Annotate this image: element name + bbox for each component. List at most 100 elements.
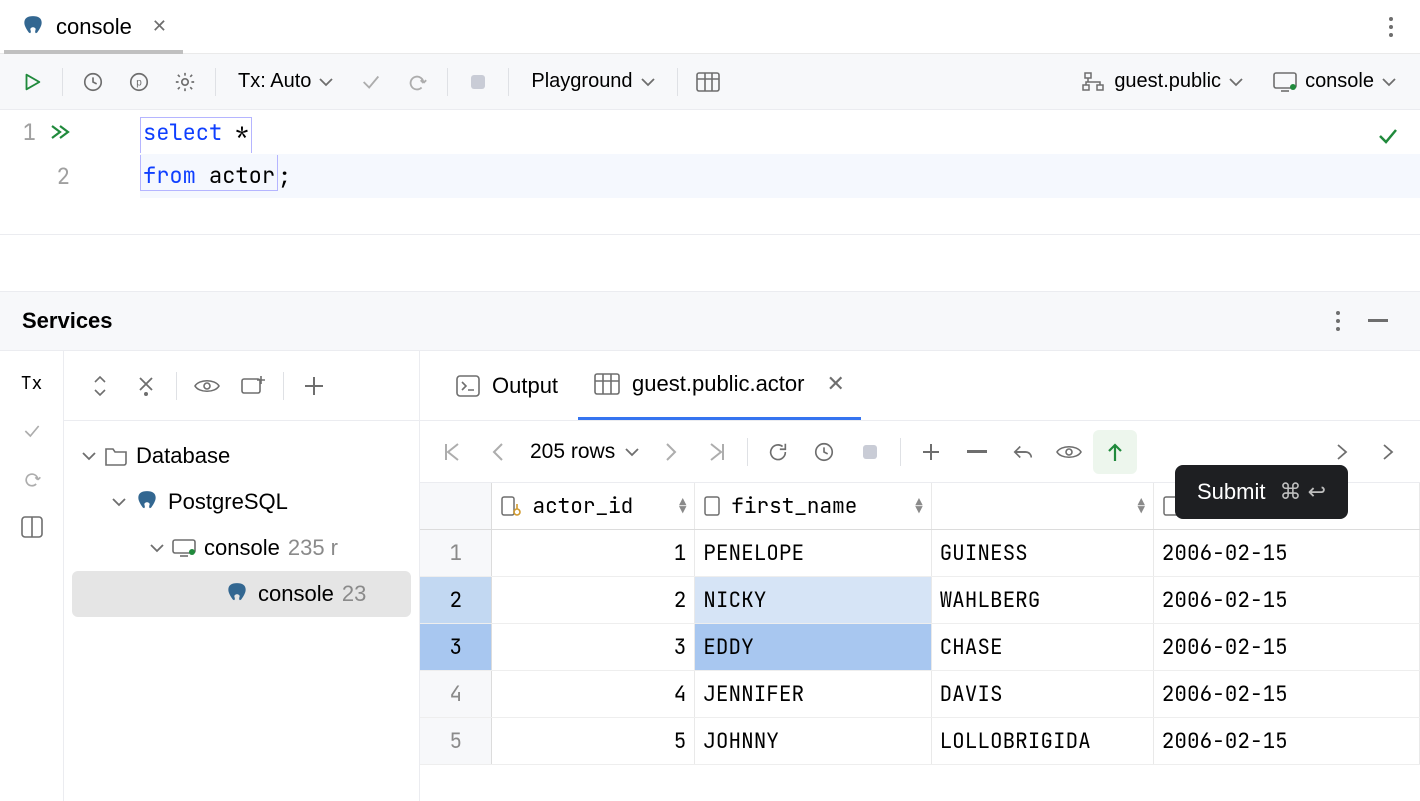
- rollback-icon[interactable]: [0, 459, 63, 499]
- cell-last-update[interactable]: 2006-02-15: [1154, 577, 1420, 623]
- submit-button[interactable]: [1093, 430, 1137, 474]
- cell-first-name[interactable]: PENELOPE: [695, 530, 931, 576]
- tree-node-count: 235 r: [288, 535, 338, 561]
- remove-row-icon[interactable]: [955, 430, 999, 474]
- cell-last-name[interactable]: WAHLBERG: [932, 577, 1154, 623]
- new-session-icon[interactable]: [233, 366, 273, 406]
- services-left-gutter: Tx: [0, 351, 64, 801]
- row-number-cell[interactable]: 5: [420, 718, 492, 764]
- cell-first-name[interactable]: JENNIFER: [695, 671, 931, 717]
- tree-node-postgresql[interactable]: PostgreSQL: [64, 479, 419, 525]
- sort-icon[interactable]: ▲▼: [1138, 498, 1145, 514]
- settings-icon[interactable]: [165, 62, 205, 102]
- column-header-first-name[interactable]: first_name ▲▼: [695, 483, 931, 529]
- more-options-icon[interactable]: [1366, 16, 1416, 38]
- sql-editor[interactable]: 1 2 select * from actor;: [0, 110, 1420, 235]
- close-session-icon[interactable]: [126, 366, 166, 406]
- tx-mode-selector[interactable]: Tx: Auto: [226, 62, 345, 102]
- cell-last-name[interactable]: LOLLOBRIGIDA: [932, 718, 1154, 764]
- results-grid[interactable]: actor_id ▲▼ first_name ▲▼ ▲▼: [420, 483, 1420, 801]
- services-panel-body: Tx Output guest: [0, 351, 1420, 801]
- add-row-icon[interactable]: [909, 430, 953, 474]
- result-tabs: Output guest.public.actor ✕: [420, 351, 1420, 420]
- explain-plan-icon[interactable]: p: [119, 62, 159, 102]
- column-header-actor-id[interactable]: actor_id ▲▼: [492, 483, 695, 529]
- run-gutter-icon[interactable]: [50, 124, 70, 140]
- tx-status-label[interactable]: Tx: [0, 363, 63, 403]
- services-tree[interactable]: Database PostgreSQL console 235 r consol…: [64, 421, 420, 801]
- history-icon[interactable]: [73, 62, 113, 102]
- chevron-right-icon[interactable]: [1366, 430, 1410, 474]
- expand-collapse-icon[interactable]: [80, 366, 120, 406]
- rollback-icon[interactable]: [397, 62, 437, 102]
- stop-button[interactable]: [458, 62, 498, 102]
- table-view-icon[interactable]: [688, 62, 728, 102]
- commit-icon[interactable]: [0, 411, 63, 451]
- cell-last-name[interactable]: GUINESS: [932, 530, 1154, 576]
- first-page-icon[interactable]: [430, 430, 474, 474]
- cell-first-name[interactable]: NICKY: [695, 577, 931, 623]
- layout-icon[interactable]: [0, 507, 63, 547]
- schema-icon: [1082, 71, 1106, 93]
- reload-icon[interactable]: [756, 430, 800, 474]
- cell-actor-id[interactable]: 2: [492, 577, 695, 623]
- cell-actor-id[interactable]: 4: [492, 671, 695, 717]
- view-icon[interactable]: [187, 366, 227, 406]
- auto-refresh-icon[interactable]: [802, 430, 846, 474]
- cell-last-name[interactable]: DAVIS: [932, 671, 1154, 717]
- row-number-header[interactable]: [420, 483, 492, 529]
- services-options-icon[interactable]: [1318, 301, 1358, 341]
- cell-last-update[interactable]: 2006-02-15: [1154, 530, 1420, 576]
- inspection-ok-icon[interactable]: [1376, 124, 1400, 148]
- playground-selector[interactable]: Playground: [519, 62, 666, 102]
- key-column-icon: [500, 495, 522, 517]
- row-count-selector[interactable]: 205 rows: [522, 440, 647, 464]
- table-row[interactable]: 22NICKYWAHLBERG2006-02-15: [420, 577, 1420, 624]
- editor-content[interactable]: select * from actor;: [140, 110, 1420, 234]
- stop-icon[interactable]: [848, 430, 892, 474]
- tree-node-label: Database: [136, 443, 230, 469]
- revert-icon[interactable]: [1001, 430, 1045, 474]
- tree-node-database[interactable]: Database: [64, 433, 419, 479]
- code-text: ;: [278, 162, 291, 191]
- last-page-icon[interactable]: [695, 430, 739, 474]
- row-number-cell[interactable]: 1: [420, 530, 492, 576]
- add-icon[interactable]: [294, 366, 334, 406]
- close-icon[interactable]: ✕: [152, 16, 167, 37]
- cell-last-update[interactable]: 2006-02-15: [1154, 671, 1420, 717]
- cell-last-update[interactable]: 2006-02-15: [1154, 624, 1420, 670]
- row-number-cell[interactable]: 4: [420, 671, 492, 717]
- table-result-tab[interactable]: guest.public.actor ✕: [578, 351, 861, 420]
- run-button[interactable]: [12, 62, 52, 102]
- cell-first-name[interactable]: EDDY: [695, 624, 931, 670]
- table-row[interactable]: 11PENELOPEGUINESS2006-02-15: [420, 530, 1420, 577]
- tree-node-console-session[interactable]: console 235 r: [64, 525, 419, 571]
- chevron-down-icon: [1382, 77, 1396, 87]
- cell-actor-id[interactable]: 1: [492, 530, 695, 576]
- table-row[interactable]: 44JENNIFERDAVIS2006-02-15: [420, 671, 1420, 718]
- column-header-last-name[interactable]: ▲▼: [932, 483, 1154, 529]
- cell-actor-id[interactable]: 3: [492, 624, 695, 670]
- next-page-icon[interactable]: [649, 430, 693, 474]
- output-tab[interactable]: Output: [440, 351, 574, 420]
- schema-selector[interactable]: guest.public: [1070, 62, 1255, 102]
- session-selector[interactable]: console: [1261, 62, 1408, 102]
- editor-tab-console[interactable]: console ✕: [4, 0, 183, 53]
- cell-last-update[interactable]: 2006-02-15: [1154, 718, 1420, 764]
- cell-last-name[interactable]: CHASE: [932, 624, 1154, 670]
- cell-first-name[interactable]: JOHNNY: [695, 718, 931, 764]
- minimize-icon[interactable]: [1358, 301, 1398, 341]
- cell-actor-id[interactable]: 5: [492, 718, 695, 764]
- table-row[interactable]: 33EDDYCHASE2006-02-15: [420, 624, 1420, 671]
- table-row[interactable]: 55JOHNNYLOLLOBRIGIDA2006-02-15: [420, 718, 1420, 765]
- tab-active-indicator: [4, 50, 183, 54]
- row-number-cell[interactable]: 2: [420, 577, 492, 623]
- tree-node-console-leaf[interactable]: console 23: [72, 571, 411, 617]
- sort-icon[interactable]: ▲▼: [915, 498, 922, 514]
- close-icon[interactable]: ✕: [826, 371, 844, 397]
- row-number-cell[interactable]: 3: [420, 624, 492, 670]
- sort-icon[interactable]: ▲▼: [679, 498, 686, 514]
- preview-changes-icon[interactable]: [1047, 430, 1091, 474]
- prev-page-icon[interactable]: [476, 430, 520, 474]
- commit-icon[interactable]: [351, 62, 391, 102]
